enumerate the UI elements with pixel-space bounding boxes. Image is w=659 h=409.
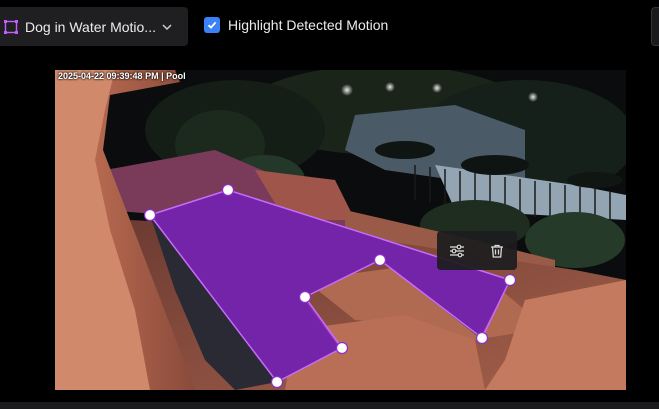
zone-vertex-handle[interactable]: [475, 331, 489, 345]
zone-vertex-handle[interactable]: [335, 341, 349, 355]
partial-control-edge[interactable]: [651, 7, 659, 46]
zone-select-dropdown[interactable]: Dog in Water Motio...: [0, 7, 188, 46]
highlight-motion-toggle[interactable]: Highlight Detected Motion: [204, 17, 388, 33]
checkmark-icon: [207, 21, 217, 29]
highlight-motion-label: Highlight Detected Motion: [228, 17, 389, 33]
zone-vertex-handle[interactable]: [221, 183, 235, 197]
chevron-down-icon: [162, 24, 172, 31]
delete-zone-button[interactable]: [482, 236, 512, 266]
pool-night-scene: [55, 70, 626, 390]
highlight-motion-checkbox[interactable]: [204, 17, 220, 33]
zone-vertex-handle[interactable]: [503, 273, 517, 287]
trash-icon: [491, 244, 503, 258]
polygon-zone-icon: [4, 19, 18, 34]
bottom-panel-edge: [0, 402, 659, 409]
adjust-settings-button[interactable]: [442, 236, 472, 266]
sliders-icon: [450, 244, 464, 257]
zone-vertex-handle[interactable]: [298, 290, 312, 304]
zone-vertex-handle[interactable]: [373, 253, 387, 267]
zone-select-value: Dog in Water Motio...: [25, 18, 156, 35]
zone-vertex-handle[interactable]: [143, 208, 157, 222]
timestamp-overlay: 2025-04-22 09:39:48 PM | Pool: [58, 71, 186, 81]
zone-toolbar: [437, 231, 517, 270]
zone-vertex-handle[interactable]: [270, 375, 284, 389]
camera-feed: 2025-04-22 09:39:48 PM | Pool: [55, 70, 626, 390]
